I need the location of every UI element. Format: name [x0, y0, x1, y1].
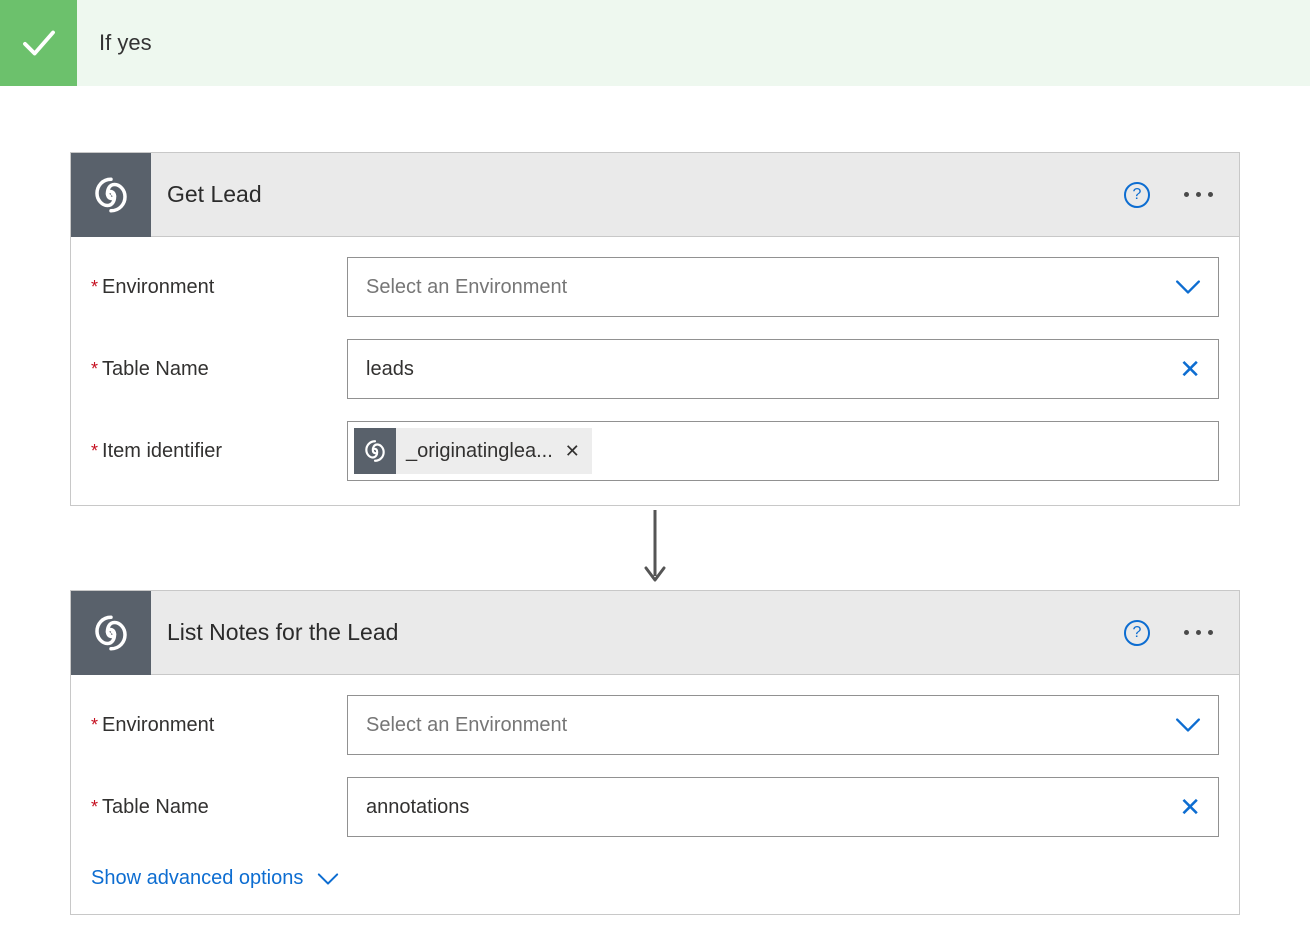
action-title: List Notes for the Lead: [167, 619, 1124, 646]
action-header[interactable]: List Notes for the Lead ?: [71, 591, 1239, 675]
action-card-list-notes: List Notes for the Lead ? * Environment: [70, 590, 1240, 915]
connector-arrow: [640, 506, 670, 590]
more-icon[interactable]: [1178, 182, 1219, 207]
actions-container: Get Lead ? * Environment *: [0, 86, 1310, 935]
item-identifier-field[interactable]: _originatinglea... ✕: [347, 421, 1219, 481]
dataverse-icon: [71, 591, 151, 675]
field-row-item-identifier: * Item identifier _originatingle: [91, 421, 1219, 481]
dataverse-icon: [71, 153, 151, 237]
action-body: * Environment * Table Name ✕: [71, 675, 1239, 914]
help-icon[interactable]: ?: [1124, 620, 1150, 646]
field-label: * Item identifier: [91, 440, 347, 463]
table-name-input[interactable]: [347, 777, 1219, 837]
clear-icon[interactable]: ✕: [1179, 356, 1201, 382]
more-icon[interactable]: [1178, 620, 1219, 645]
dynamic-content-token[interactable]: _originatinglea... ✕: [354, 428, 592, 474]
required-star-icon: *: [91, 277, 98, 298]
field-label: * Environment: [91, 276, 347, 299]
required-star-icon: *: [91, 797, 98, 818]
environment-input[interactable]: [347, 695, 1219, 755]
show-advanced-options-button[interactable]: Show advanced options: [91, 867, 1219, 890]
condition-branch-header: If yes: [0, 0, 1310, 86]
chevron-down-icon: [317, 872, 339, 886]
label-text: Item identifier: [102, 440, 222, 463]
field-label: * Table Name: [91, 796, 347, 819]
clear-icon[interactable]: ✕: [1179, 794, 1201, 820]
token-container[interactable]: _originatinglea... ✕: [347, 421, 1219, 481]
table-name-field[interactable]: ✕: [347, 777, 1219, 837]
token-label: _originatinglea...: [406, 440, 553, 463]
advanced-options-label: Show advanced options: [91, 867, 303, 890]
field-label: * Table Name: [91, 358, 347, 381]
required-star-icon: *: [91, 441, 98, 462]
action-title: Get Lead: [167, 181, 1124, 208]
chevron-down-icon[interactable]: [1175, 717, 1201, 733]
label-text: Table Name: [102, 796, 209, 819]
label-text: Environment: [102, 714, 214, 737]
field-row-environment: * Environment: [91, 257, 1219, 317]
label-text: Environment: [102, 276, 214, 299]
environment-input[interactable]: [347, 257, 1219, 317]
field-row-table-name: * Table Name ✕: [91, 777, 1219, 837]
environment-select[interactable]: [347, 695, 1219, 755]
close-icon[interactable]: ✕: [565, 441, 580, 462]
label-text: Table Name: [102, 358, 209, 381]
chevron-down-icon[interactable]: [1175, 279, 1201, 295]
dataverse-icon: [354, 428, 396, 474]
help-icon[interactable]: ?: [1124, 182, 1150, 208]
table-name-input[interactable]: [347, 339, 1219, 399]
action-card-get-lead: Get Lead ? * Environment *: [70, 152, 1240, 506]
action-body: * Environment * Table Name ✕: [71, 237, 1239, 505]
required-star-icon: *: [91, 715, 98, 736]
checkmark-icon: [0, 0, 77, 86]
environment-select[interactable]: [347, 257, 1219, 317]
field-row-table-name: * Table Name ✕: [91, 339, 1219, 399]
field-label: * Environment: [91, 714, 347, 737]
condition-branch-title: If yes: [77, 30, 152, 56]
field-row-environment: * Environment: [91, 695, 1219, 755]
action-header[interactable]: Get Lead ?: [71, 153, 1239, 237]
required-star-icon: *: [91, 359, 98, 380]
table-name-field[interactable]: ✕: [347, 339, 1219, 399]
